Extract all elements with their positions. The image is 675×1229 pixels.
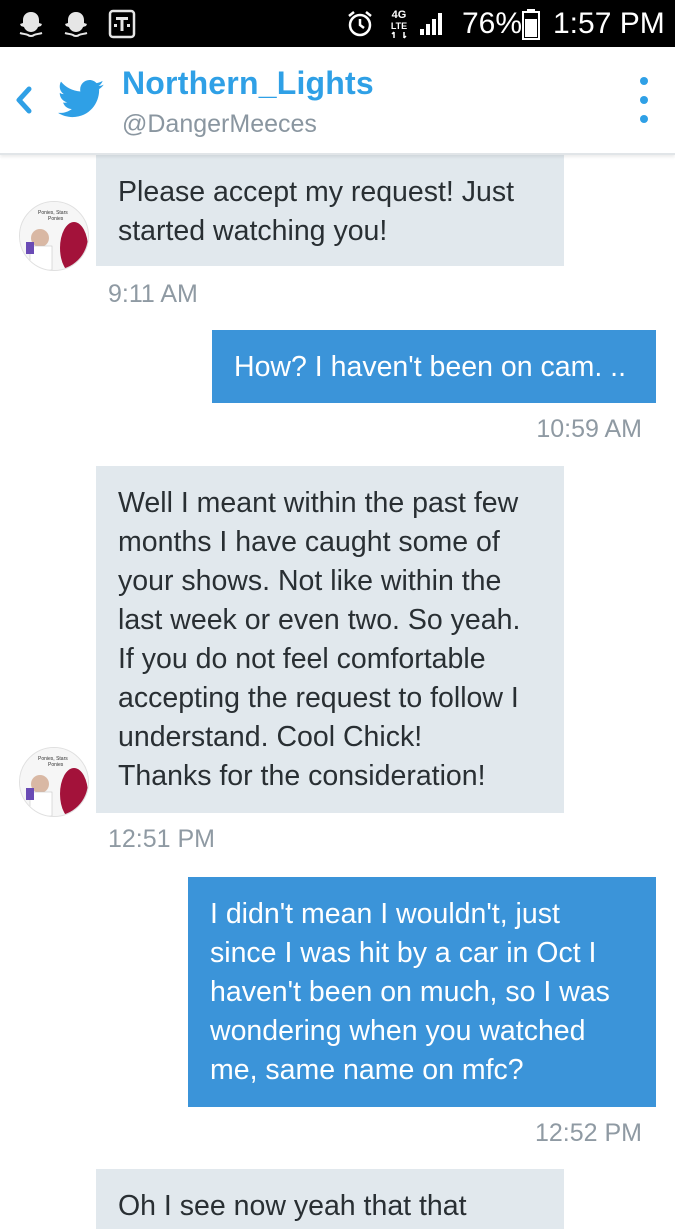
back-button[interactable] xyxy=(8,77,40,123)
svg-text:Ponies: Ponies xyxy=(48,216,64,222)
twitter-bird-icon xyxy=(55,75,107,125)
svg-text:LTE: LTE xyxy=(391,21,407,31)
network-4g-lte-icon: 4G LTE xyxy=(386,0,412,47)
outgoing-message-bubble[interactable]: How? I haven't been on cam. .. xyxy=(212,330,656,403)
svg-text:4G: 4G xyxy=(392,9,407,21)
battery-percent: 76% xyxy=(462,7,523,40)
conversation-title[interactable]: Northern_Lights xyxy=(122,65,374,102)
message-timestamp: 12:52 PM xyxy=(534,1119,642,1147)
status-bar: 4G LTE 76% 1:57 PM xyxy=(0,0,675,47)
message-timestamp: 10:59 AM xyxy=(536,415,642,443)
svg-text:Ponies: Ponies xyxy=(48,762,64,768)
snapchat-notification-icon xyxy=(16,0,46,47)
avatar[interactable]: Ponies, Stars Ponies xyxy=(19,747,89,817)
overflow-menu-button[interactable] xyxy=(630,77,658,123)
alarm-clock-icon xyxy=(345,0,375,47)
outgoing-message-bubble[interactable]: I didn't mean I wouldn't, just since I w… xyxy=(188,877,656,1107)
chevron-left-icon xyxy=(16,86,32,114)
conversation-header: Northern_Lights @DangerMeeces xyxy=(0,47,675,155)
avatar[interactable]: Ponies, Stars Ponies xyxy=(19,201,89,271)
incoming-message-bubble[interactable]: Well I meant within the past few months … xyxy=(96,466,564,813)
incoming-message-bubble[interactable]: Please accept my request! Just started w… xyxy=(96,155,564,266)
message-timestamp: 12:51 PM xyxy=(108,825,216,853)
carrier-app-icon xyxy=(107,0,137,47)
message-timestamp: 9:11 AM xyxy=(108,280,198,308)
conversation-handle: @DangerMeeces xyxy=(122,110,317,138)
incoming-message-bubble[interactable]: Oh I see now yeah that that xyxy=(96,1169,564,1229)
battery-icon xyxy=(521,0,541,47)
more-dots-icon xyxy=(640,77,648,85)
snapchat-notification-icon xyxy=(61,0,91,47)
message-list[interactable]: Please accept my request! Just started w… xyxy=(0,153,675,1229)
signal-strength-icon xyxy=(417,0,447,47)
status-time: 1:57 PM xyxy=(553,7,665,40)
